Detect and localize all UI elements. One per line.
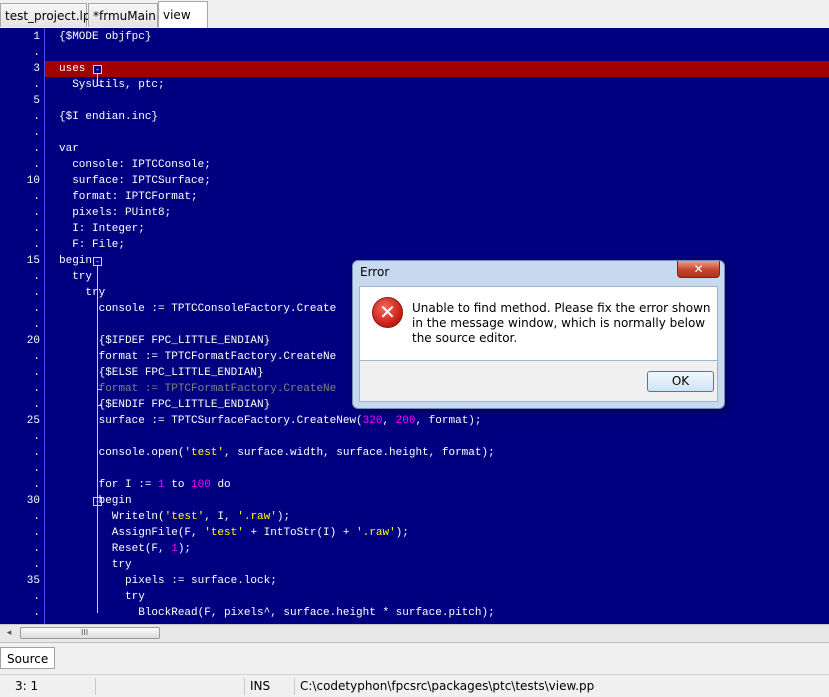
tab-frmumain[interactable]: *frmuMain: [88, 3, 158, 27]
tab-source[interactable]: Source: [0, 647, 56, 669]
code-line: begin: [59, 495, 132, 507]
dialog-close-button[interactable]: ✕: [677, 261, 720, 278]
line-number: .: [33, 79, 40, 91]
dialog-title: Error: [360, 265, 390, 279]
dialog-body: ✕ Unable to find method. Please fix the …: [359, 286, 718, 361]
line-number: 20: [26, 335, 40, 347]
line-number: .: [33, 111, 40, 123]
code-line: uses: [59, 63, 86, 75]
code-line: format := TPTCFormatFactory.CreateNe: [59, 351, 337, 363]
code-line: {$ELSE FPC_LITTLE_ENDIAN}: [59, 367, 264, 379]
error-icon: ✕: [372, 297, 403, 328]
code-line: I: Integer;: [59, 223, 145, 235]
code-line: try: [59, 271, 93, 283]
line-number: .: [33, 447, 40, 459]
scroll-left-arrow-icon[interactable]: ◂: [2, 627, 16, 640]
line-number: .: [33, 47, 40, 59]
line-number: .: [33, 607, 40, 619]
code-line: try: [59, 287, 106, 299]
line-number: .: [33, 543, 40, 555]
line-number: 15: [26, 255, 40, 267]
code-line: Writeln('test', I, '.raw');: [59, 511, 291, 523]
code-line: SysUtils, ptc;: [59, 79, 165, 91]
code-line: BlockRead(F, pixels^, surface.height * s…: [59, 607, 495, 619]
dialog-message: Unable to find method. Please fix the er…: [412, 301, 711, 345]
line-number: 1: [33, 31, 40, 43]
code-line: console := TPTCConsoleFactory.Create: [59, 303, 337, 315]
line-number: .: [33, 319, 40, 331]
line-number: 3: [33, 63, 40, 75]
line-number: .: [33, 207, 40, 219]
tab-view[interactable]: view: [158, 1, 208, 29]
line-number: .: [33, 431, 40, 443]
line-number: .: [33, 159, 40, 171]
editor-tab-bar: test_project.lpr *frmuMain view: [0, 0, 829, 29]
scrollbar-grip-icon: III: [81, 628, 89, 637]
code-line: {$I endian.inc}: [59, 111, 159, 123]
line-number: .: [33, 303, 40, 315]
line-number: .: [33, 223, 40, 235]
code-line: {$ENDIF FPC_LITTLE_ENDIAN}: [59, 399, 271, 411]
line-number: .: [33, 367, 40, 379]
code-line: try: [59, 591, 145, 603]
line-number: .: [33, 287, 40, 299]
code-line: surface: IPTCSurface;: [59, 175, 211, 187]
dialog-footer: OK: [359, 361, 718, 402]
line-number: .: [33, 191, 40, 203]
line-number: .: [33, 351, 40, 363]
fold-collapse-icon[interactable]: -: [93, 257, 102, 266]
line-number: .: [33, 143, 40, 155]
code-line: try: [59, 559, 132, 571]
tab-test-project[interactable]: test_project.lpr: [0, 3, 95, 27]
ok-button[interactable]: OK: [647, 371, 714, 392]
line-number: 35: [26, 575, 40, 587]
line-number: 10: [26, 175, 40, 187]
code-line: format := TPTCFormatFactory.CreateNe: [59, 383, 337, 395]
code-line: format: IPTCFormat;: [59, 191, 198, 203]
code-line: {$IFDEF FPC_LITTLE_ENDIAN}: [59, 335, 271, 347]
line-number: .: [33, 591, 40, 603]
code-line: begin: [59, 255, 93, 267]
code-line: for I := 1 to 100 do: [59, 479, 231, 491]
fold-collapse-icon[interactable]: -: [93, 65, 102, 74]
line-number: .: [33, 239, 40, 251]
line-number: .: [33, 527, 40, 539]
file-path: C:\codetyphon\fpcsrc\packages\ptc\tests\…: [300, 679, 595, 693]
code-line: surface := TPTCSurfaceFactory.CreateNew(…: [59, 415, 482, 427]
line-number: .: [33, 127, 40, 139]
insert-mode: INS: [250, 679, 271, 693]
horizontal-scrollbar[interactable]: ◂ III: [0, 624, 829, 642]
line-number: .: [33, 479, 40, 491]
code-line: console: IPTCConsole;: [59, 159, 211, 171]
line-number: .: [33, 271, 40, 283]
scrollbar-thumb[interactable]: III: [20, 627, 160, 639]
code-line: pixels: PUint8;: [59, 207, 172, 219]
code-line: {$MODE objfpc}: [59, 31, 152, 43]
code-line: pixels := surface.lock;: [59, 575, 277, 587]
cursor-position: 3: 1: [15, 679, 39, 693]
messages-panel-tabs: Source: [0, 642, 829, 673]
code-line: AssignFile(F, 'test' + IntToStr(I) + '.r…: [59, 527, 409, 539]
code-line: console.open('test', surface.width, surf…: [59, 447, 495, 459]
line-number: .: [33, 463, 40, 475]
current-line-highlight: [45, 61, 829, 77]
fold-gutter: ---: [45, 28, 102, 624]
line-number: 30: [26, 495, 40, 507]
code-line: Reset(F, 1);: [59, 543, 192, 555]
line-number: 25: [26, 415, 40, 427]
line-number: .: [33, 399, 40, 411]
code-line: var: [59, 143, 79, 155]
line-number: .: [33, 383, 40, 395]
line-number-gutter: 1. 3. 5.... 10.... 15.... 20.... 25.... 30.... 3…: [0, 28, 45, 624]
line-number: .: [33, 559, 40, 571]
error-dialog: Error ✕ ✕ Unable to find method. Please …: [352, 260, 725, 409]
line-number: 5: [33, 95, 40, 107]
line-number: .: [33, 511, 40, 523]
code-line: F: File;: [59, 239, 126, 251]
status-bar: 3: 1 INS C:\codetyphon\fpcsrc\packages\p…: [0, 674, 829, 697]
